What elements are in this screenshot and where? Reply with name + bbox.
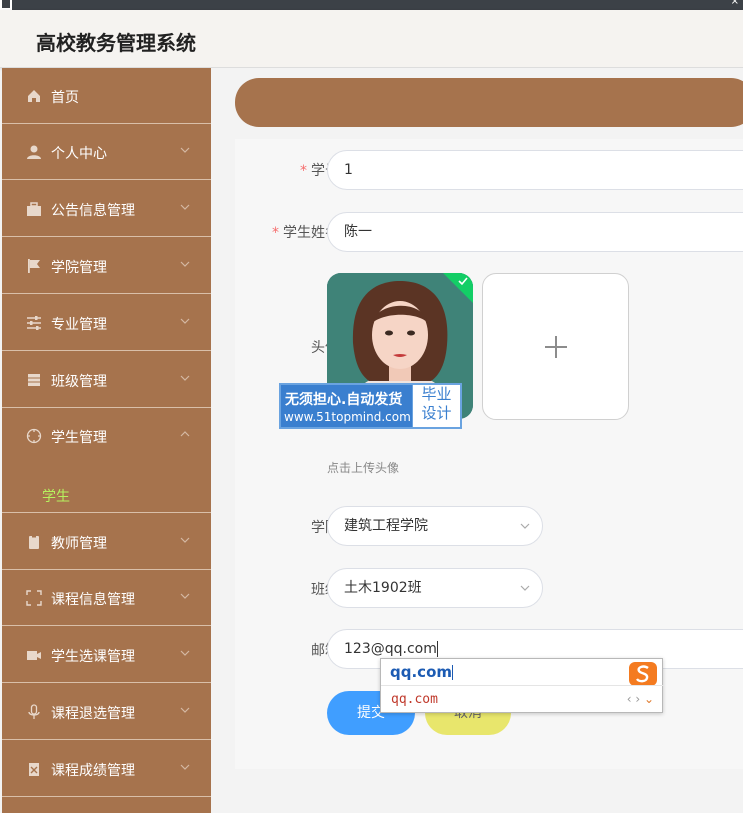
sidebar-item-label: 专业管理 xyxy=(51,317,107,333)
required-mark: * xyxy=(300,163,307,179)
page-banner xyxy=(235,78,743,127)
chevron-down-icon xyxy=(180,707,190,713)
compass-icon xyxy=(26,428,42,444)
chevron-down-icon xyxy=(180,147,190,153)
watermark-badge-line-2: 设计 xyxy=(421,404,452,422)
student-name-label: * 学生姓名 xyxy=(272,225,339,241)
sidebar-item-label: 班级管理 xyxy=(51,374,107,390)
chevron-down-icon xyxy=(180,204,190,210)
ime-expand-icon[interactable]: ⌄ xyxy=(644,692,654,706)
chevron-up-icon xyxy=(180,431,190,437)
watermark-overlay: 无须担心.自动发货 www.51topmind.com 毕业 设计 xyxy=(279,383,462,429)
sidebar-item-course-withdraw[interactable]: 课程退选管理 xyxy=(2,684,211,740)
microphone-icon xyxy=(28,704,40,719)
plus-icon xyxy=(545,336,567,358)
chevron-down-icon xyxy=(180,650,190,656)
sidebar-item-label: 教师管理 xyxy=(51,536,107,552)
sidebar-item-label: 公告信息管理 xyxy=(51,203,135,219)
sidebar-item-major[interactable]: 专业管理 xyxy=(2,295,211,351)
sidebar-item-label: 学院管理 xyxy=(51,260,107,276)
sidebar-subitem-label: 学生 xyxy=(42,489,70,505)
briefcase-icon xyxy=(27,202,41,216)
sidebar-item-college[interactable]: 学院管理 xyxy=(2,238,211,294)
sidebar-item-notice[interactable]: 公告信息管理 xyxy=(2,181,211,237)
camera-icon xyxy=(27,651,41,660)
class-select[interactable]: 土木1902班 xyxy=(327,568,543,608)
ime-page-nav[interactable]: ‹ › ⌄ xyxy=(627,692,654,706)
sidebar-item-label: 课程信息管理 xyxy=(51,592,135,608)
chevron-down-icon xyxy=(180,537,190,543)
sidebar-item-course-info[interactable]: 课程信息管理 xyxy=(2,570,211,626)
class-select-value: 土木1902班 xyxy=(344,580,422,596)
avatar-upload-hint: 点击上传头像 xyxy=(327,461,400,475)
sidebar-item-student[interactable]: 学生管理 xyxy=(2,408,211,464)
sidebar-item-personal-center[interactable]: 个人中心 xyxy=(2,124,211,180)
chevron-down-icon xyxy=(180,261,190,267)
sidebar-item-label: 学生管理 xyxy=(51,430,107,446)
flag-icon xyxy=(28,259,40,273)
required-mark: * xyxy=(272,225,279,241)
ime-candidate-window[interactable]: qq.com qq.com ‹ › ⌄ xyxy=(380,658,664,713)
home-icon xyxy=(28,90,40,102)
box-icon xyxy=(28,374,40,386)
sidebar-item-label: 学生选课管理 xyxy=(51,649,135,665)
chevron-down-icon xyxy=(180,375,190,381)
chevron-down-icon xyxy=(520,585,530,591)
sidebar: 首页 个人中心 公告信息管理 学院管理 专业管理 班级管理 学生管理 学生 教师… xyxy=(2,68,211,813)
user-icon xyxy=(27,145,41,159)
chevron-down-icon xyxy=(520,523,530,529)
watermark-badge-line-1: 毕业 xyxy=(421,385,452,403)
ime-divider xyxy=(381,685,664,686)
sidebar-item-label: 课程退选管理 xyxy=(51,706,135,722)
text-cursor xyxy=(436,641,438,657)
email-input-value: 123@qq.com xyxy=(344,641,437,657)
chevron-down-icon xyxy=(180,318,190,324)
avatar-upload-button[interactable] xyxy=(482,273,629,420)
chevron-down-icon xyxy=(180,764,190,770)
sidebar-item-label: 个人中心 xyxy=(51,146,107,162)
watermark-text-1: 无须担心.自动发货 xyxy=(285,392,403,408)
sidebar-item-home[interactable]: 首页 xyxy=(2,68,211,124)
sliders-icon xyxy=(27,316,41,330)
college-select[interactable]: 建筑工程学院 xyxy=(327,506,543,546)
sidebar-item-class[interactable]: 班级管理 xyxy=(2,352,211,408)
ime-candidate-item[interactable]: qq.com xyxy=(391,692,438,707)
window-icon xyxy=(0,0,12,10)
watermark-text-2: www.51topmind.com xyxy=(284,410,411,424)
student-name-input[interactable]: 陈一 xyxy=(327,212,743,252)
sidebar-subitem-student[interactable]: 学生 xyxy=(2,474,211,513)
sidebar-item-label: 首页 xyxy=(51,90,79,106)
sidebar-item-teacher[interactable]: 教师管理 xyxy=(2,514,211,570)
close-window-icon[interactable]: × xyxy=(731,0,739,7)
app-title: 高校教务管理系统 xyxy=(36,31,196,55)
sidebar-item-course-select[interactable]: 学生选课管理 xyxy=(2,627,211,683)
app-header: 高校教务管理系统 xyxy=(0,10,743,68)
ime-composition: qq.com xyxy=(390,663,453,681)
fullscreen-icon xyxy=(26,590,42,606)
clipboard-icon xyxy=(29,535,39,549)
watermark-badge: 毕业 设计 xyxy=(412,385,460,427)
student-no-input[interactable]: 1 xyxy=(327,150,743,190)
sidebar-item-course-grade[interactable]: 课程成绩管理 xyxy=(2,741,211,797)
chevron-down-icon xyxy=(180,593,190,599)
sidebar-item-label: 课程成绩管理 xyxy=(51,763,135,779)
college-select-value: 建筑工程学院 xyxy=(344,518,428,534)
window-title-strip: × xyxy=(0,0,743,10)
grade-icon xyxy=(29,763,39,776)
